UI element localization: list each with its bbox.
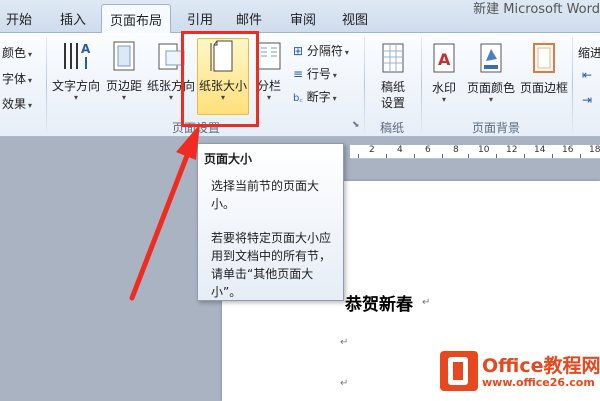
office-logo-icon bbox=[440, 351, 478, 391]
watermark-site-url: www.office26.com bbox=[482, 376, 595, 389]
annotation-arrow-icon bbox=[129, 124, 200, 301]
site-watermark: Office教程网 www.office26.com bbox=[436, 349, 600, 397]
watermark-site-name: Office教程网 bbox=[482, 355, 600, 377]
